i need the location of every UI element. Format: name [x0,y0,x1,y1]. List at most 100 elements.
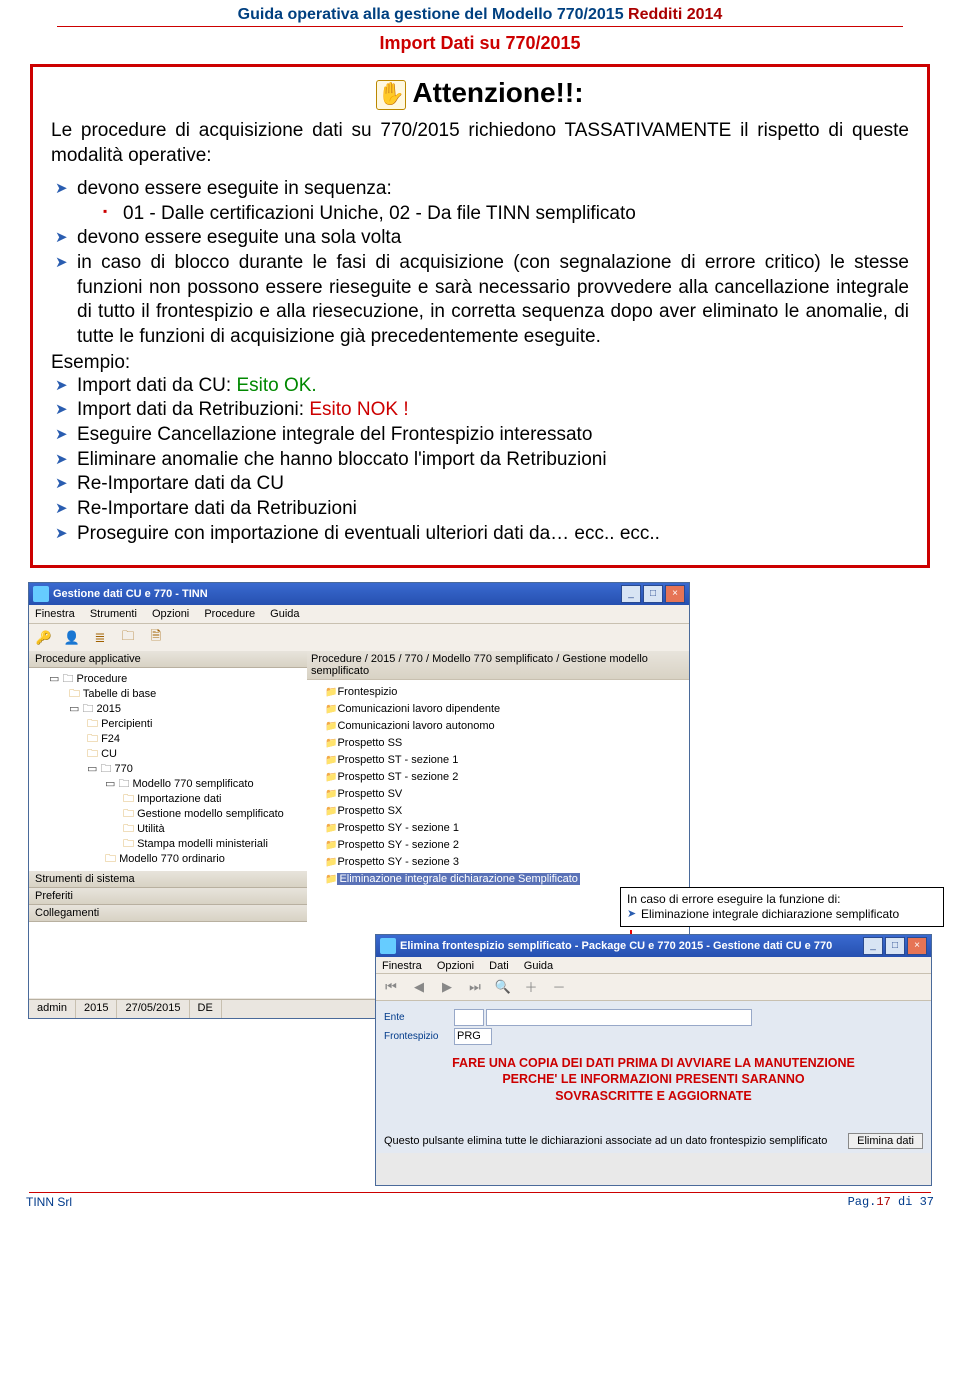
tool-icon-3[interactable]: ≣ [89,627,111,649]
footer-left: TINN Srl [26,1195,72,1209]
menu-guida[interactable]: Guida [524,957,553,975]
tool-prev-icon[interactable]: ◀ [408,976,430,998]
ex-3: Eseguire Cancellazione integrale del Fro… [55,423,909,448]
list-item[interactable]: Prospetto ST - sezione 1 [325,752,685,769]
hand-icon: ✋ [376,80,406,110]
elimina-row: Questo pulsante elimina tutte le dichiar… [376,1129,931,1153]
tool-del-icon[interactable]: － [548,976,570,998]
minimize-button[interactable]: _ [621,585,641,603]
item-list[interactable]: Frontespizio Comunicazioni lavoro dipend… [307,680,689,888]
list-item[interactable]: Prospetto SX [325,803,685,820]
menu-strumenti[interactable]: Strumenti [90,605,137,623]
menu-guida[interactable]: Guida [270,605,299,623]
titlebar-2[interactable]: Elimina frontespizio semplificato - Pack… [376,935,931,957]
example-label: Esempio: [51,352,909,374]
pane-hdr-4[interactable]: Collegamenti [29,905,307,922]
status-de: DE [190,1000,222,1018]
ex-5: Re-Importare dati da CU [55,472,909,497]
callout-line-1: In caso di errore eseguire la funzione d… [627,892,937,907]
callout-box: In caso di errore eseguire la funzione d… [620,887,944,927]
win2-title: Elimina frontespizio semplificato - Pack… [400,940,861,952]
menu-opzioni[interactable]: Opzioni [437,957,474,975]
ente-desc-field[interactable] [486,1009,752,1026]
tool-first-icon[interactable]: ⏮ [380,976,402,998]
elimina-dati-button[interactable]: Elimina dati [848,1133,923,1149]
status-year: 2015 [76,1000,117,1018]
callout-line-2: Eliminazione integrale dichiarazione sem… [627,907,937,922]
toolbar-1: 🔑 👤 ≣ 🗀 🗎 [29,624,689,653]
sysmenu-icon[interactable] [380,938,396,954]
menu-dati[interactable]: Dati [489,957,509,975]
close-button[interactable]: × [907,937,927,955]
warning-text: FARE UNA COPIA DEI DATI PRIMA DI AVVIARE… [384,1055,923,1106]
rules-list: devono essere eseguite in sequenza: 01 -… [55,177,909,350]
rule-1: devono essere eseguite in sequenza: 01 -… [55,177,909,226]
list-item[interactable]: Prospetto SS [325,735,685,752]
ex-6: Re-Importare dati da Retribuzioni [55,497,909,522]
ente-field[interactable] [454,1009,484,1026]
label-ente: Ente [384,1012,454,1023]
tool-search-icon[interactable]: 🔍 [492,976,514,998]
sysmenu-icon[interactable] [33,586,49,602]
app-window-2: Elimina frontespizio semplificato - Pack… [375,934,932,1186]
tool-icon-2[interactable]: 👤 [61,627,83,649]
maximize-button[interactable]: □ [885,937,905,955]
label-frontespizio: Frontespizio [384,1031,454,1042]
example-list: Import dati da CU: Esito OK. Import dati… [55,374,909,547]
pane-header: Procedure applicative [29,651,307,668]
list-item-selected[interactable]: Eliminazione integrale dichiarazione Sem… [325,871,685,888]
status-date: 27/05/2015 [117,1000,189,1018]
list-item[interactable]: Frontespizio [325,684,685,701]
menu-opzioni[interactable]: Opzioni [152,605,189,623]
form-area: Ente Frontespizio FARE UNA COPIA DEI DAT… [376,1001,931,1130]
close-button[interactable]: × [665,585,685,603]
left-nav-pane: Procedure applicative ▭ 🗀 Procedure 🗀 Ta… [29,651,308,998]
footer-page: Pag.17 di 37 [848,1195,934,1209]
nav-tree[interactable]: ▭ 🗀 Procedure 🗀 Tabelle di base ▭ 🗀 2015… [29,668,307,867]
ex-4: Eliminare anomalie che hanno bloccato l'… [55,448,909,473]
rule-3: in caso di blocco durante le fasi di acq… [55,251,909,350]
list-item[interactable]: Comunicazioni lavoro autonomo [325,718,685,735]
titlebar-1[interactable]: Gestione dati CU e 770 - TINN _ □ × [29,583,689,605]
rule-1-sub: 01 - Dalle certificazioni Uniche, 02 - D… [103,202,909,227]
tool-icon-1[interactable]: 🔑 [33,627,55,649]
tool-icon-5[interactable]: 🗎 [145,627,167,649]
attention-box: ✋Attenzione!!: Le procedure di acquisizi… [30,64,930,568]
menu-finestra[interactable]: Finestra [35,605,75,623]
menu-finestra[interactable]: Finestra [382,957,422,975]
intro-paragraph: Le procedure di acquisizione dati su 770… [51,118,909,169]
win1-title: Gestione dati CU e 770 - TINN [53,588,619,600]
list-item[interactable]: Prospetto SY - sezione 2 [325,837,685,854]
ex-7: Proseguire con importazione di eventuali… [55,522,909,547]
elimina-desc: Questo pulsante elimina tutte le dichiar… [384,1135,838,1147]
minimize-button[interactable]: _ [863,937,883,955]
pane-hdr-3[interactable]: Preferiti [29,888,307,905]
tool-icon-4[interactable]: 🗀 [117,627,139,649]
status-user: admin [29,1000,76,1018]
list-item[interactable]: Prospetto SY - sezione 1 [325,820,685,837]
doc-header: Guida operativa alla gestione del Modell… [30,6,930,24]
list-item[interactable]: Prospetto SY - sezione 3 [325,854,685,871]
tool-last-icon[interactable]: ⏭ [464,976,486,998]
section-title: Import Dati su 770/2015 [30,33,930,54]
menubar-1[interactable]: Finestra Strumenti Opzioni Procedure Gui… [29,605,689,624]
list-item[interactable]: Prospetto ST - sezione 2 [325,769,685,786]
list-item[interactable]: Prospetto SV [325,786,685,803]
rule-2: devono essere eseguite una sola volta [55,226,909,251]
header-blue: Guida operativa alla gestione del Modell… [238,6,624,23]
menu-procedure[interactable]: Procedure [204,605,255,623]
list-item[interactable]: Comunicazioni lavoro dipendente [325,701,685,718]
tool-next-icon[interactable]: ▶ [436,976,458,998]
header-rule [57,26,903,27]
maximize-button[interactable]: □ [643,585,663,603]
header-red: Redditi 2014 [628,6,722,23]
ex-1: Import dati da CU: Esito OK. [55,374,909,399]
tool-new-icon[interactable]: ＋ [520,976,542,998]
menubar-2[interactable]: Finestra Opzioni Dati Guida [376,957,931,974]
footer: TINN Srl Pag.17 di 37 [0,1193,960,1213]
breadcrumb: Procedure / 2015 / 770 / Modello 770 sem… [307,651,689,680]
frontespizio-field[interactable] [454,1028,492,1045]
pane-hdr-2[interactable]: Strumenti di sistema [29,871,307,888]
screenshots-area: Gestione dati CU e 770 - TINN _ □ × Fine… [0,582,960,1192]
attenzione-heading: ✋Attenzione!!: [51,77,909,110]
